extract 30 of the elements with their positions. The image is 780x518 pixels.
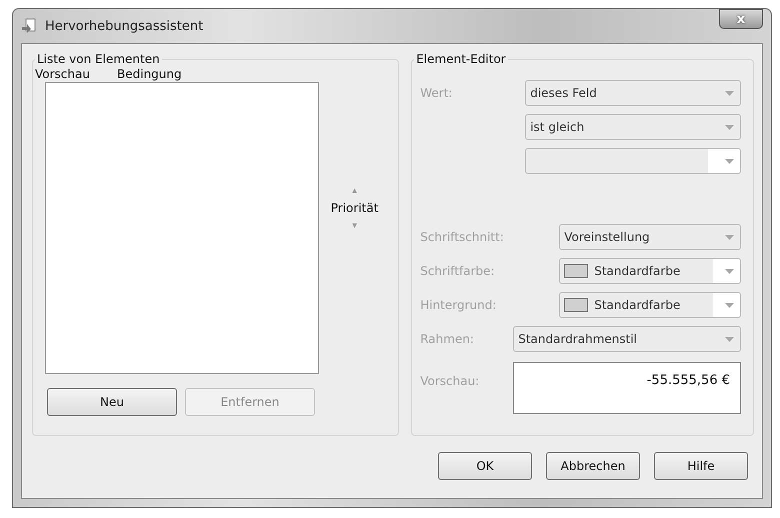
field-label: Hintergrund:: [420, 298, 496, 312]
field-label: Schriftfarbe:: [420, 264, 495, 278]
caret-icon: [725, 336, 734, 342]
group-title: Element-Editor: [415, 52, 507, 66]
new-button[interactable]: Neu: [47, 388, 177, 416]
caret-icon: [725, 268, 734, 274]
element-list[interactable]: [45, 82, 319, 374]
column-header: Vorschau: [35, 67, 91, 81]
field-label: Wert:: [420, 86, 452, 100]
preview-box: -55.555,56 €: [513, 362, 741, 414]
dropdown[interactable]: ist gleich: [525, 114, 741, 140]
color-swatch-icon: [564, 264, 588, 278]
dialog-button[interactable]: Abbrechen: [546, 452, 640, 480]
dialog-button[interactable]: OK: [438, 452, 532, 480]
priority-label: Priorität: [330, 201, 378, 215]
caret-icon: [725, 234, 734, 240]
color-swatch-icon: [564, 298, 588, 312]
window-title: Hervorhebungsassistent: [45, 18, 204, 34]
field-label: Schriftschnitt:: [420, 230, 504, 244]
group-title: Liste von Elementen: [36, 52, 161, 66]
caret-icon: [725, 90, 734, 96]
column-header: Bedingung: [117, 67, 182, 81]
field-label: Vorschau:: [420, 374, 480, 388]
field-label: Rahmen:: [420, 332, 474, 346]
caret-icon: [725, 124, 734, 130]
caret-icon: [725, 158, 734, 164]
dialog-button[interactable]: Hilfe: [654, 452, 748, 480]
dropdown[interactable]: [525, 148, 741, 174]
caret-icon: [725, 302, 734, 308]
document-arrow-icon: [21, 18, 37, 34]
